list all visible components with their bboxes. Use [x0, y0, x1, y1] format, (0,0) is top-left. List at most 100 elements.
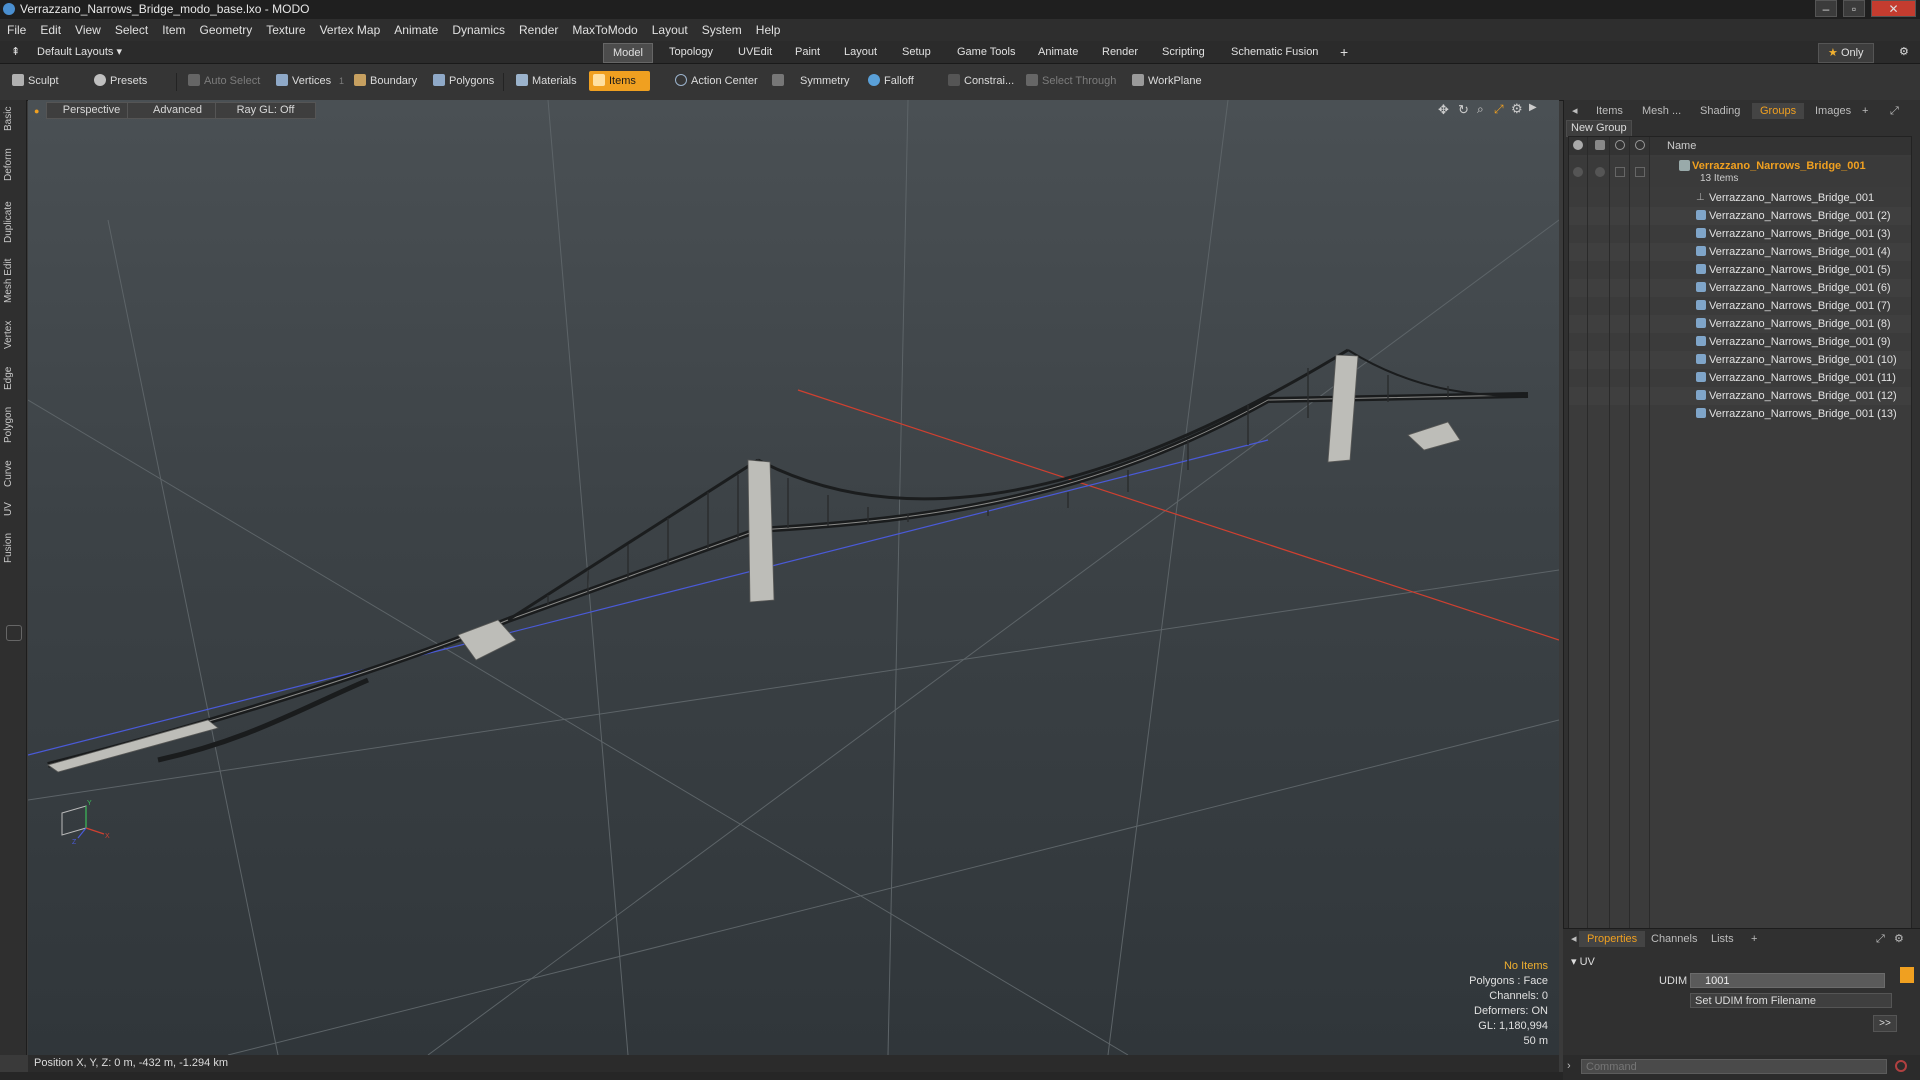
items-button[interactable]: Items	[589, 71, 650, 91]
tab-game-tools[interactable]: Game Tools	[948, 43, 1025, 61]
command-history-icon[interactable]: ›	[1567, 1060, 1571, 1072]
tab-animate[interactable]: Animate	[1029, 43, 1087, 61]
gear-icon[interactable]: ⚙	[1890, 43, 1918, 61]
vertices-button[interactable]: Vertices	[272, 71, 335, 91]
name-column-header[interactable]: Name	[1667, 137, 1696, 155]
add-tab-button[interactable]: +	[1331, 43, 1357, 61]
tab-items[interactable]: Items	[1588, 103, 1631, 119]
list-item[interactable]: Verrazzano_Narrows_Bridge_001 (3)	[1569, 225, 1911, 243]
menu-edit[interactable]: Edit	[33, 19, 68, 41]
menu-texture[interactable]: Texture	[259, 19, 312, 41]
tab-properties[interactable]: Properties	[1579, 931, 1646, 947]
tab-paint[interactable]: Paint	[786, 43, 829, 61]
tab-topology[interactable]: Topology	[660, 43, 722, 61]
menu-vertex-map[interactable]: Vertex Map	[313, 19, 388, 41]
menu-file[interactable]: File	[0, 19, 33, 41]
tab-schematic-fusion[interactable]: Schematic Fusion	[1222, 43, 1327, 61]
properties-scrollbar-thumb[interactable]	[1900, 967, 1914, 983]
set-udim-button[interactable]: Set UDIM from Filename	[1690, 993, 1892, 1008]
auto-select-button[interactable]: Auto Select	[184, 71, 264, 91]
tab-basic[interactable]: Basic	[3, 104, 21, 134]
list-item[interactable]: ⊥ Verrazzano_Narrows_Bridge_001	[1569, 189, 1911, 207]
list-item[interactable]: Verrazzano_Narrows_Bridge_001 (10)	[1569, 351, 1911, 369]
menu-animate[interactable]: Animate	[387, 19, 445, 41]
sculpt-button[interactable]: Sculpt	[8, 71, 63, 91]
tab-render[interactable]: Render	[1093, 43, 1147, 61]
tab-mesh-edit[interactable]: Mesh Edit	[3, 256, 21, 306]
tab-uvedit[interactable]: UVEdit	[729, 43, 781, 61]
only-toggle[interactable]: ★ Only	[1818, 43, 1874, 63]
materials-button[interactable]: Materials	[512, 71, 581, 91]
menu-maxtomodo[interactable]: MaxToModo	[565, 19, 644, 41]
tab-polygon[interactable]: Polygon	[3, 402, 21, 448]
tab-vertex[interactable]: Vertex	[3, 315, 21, 355]
record-icon[interactable]	[1895, 1060, 1907, 1072]
list-item[interactable]: Verrazzano_Narrows_Bridge_001 (11)	[1569, 369, 1911, 387]
udim-field[interactable]: 1001	[1690, 973, 1885, 988]
menu-geometry[interactable]: Geometry	[193, 19, 260, 41]
symmetry-button[interactable]: Symmetry	[768, 71, 854, 91]
polygons-button[interactable]: Polygons	[429, 71, 498, 91]
select-through-button[interactable]: Select Through	[1022, 71, 1120, 91]
pin-icon[interactable]: ⇞	[2, 43, 29, 61]
tab-layout[interactable]: Layout	[835, 43, 886, 61]
constrain-button[interactable]: Constrai...	[944, 71, 1018, 91]
3d-viewport[interactable]: ● Perspective Advanced Ray GL: Off ✥ ↻ ⌕…	[28, 100, 1559, 1055]
panel-toggle-button[interactable]	[6, 625, 22, 641]
list-item[interactable]: Verrazzano_Narrows_Bridge_001 (7)	[1569, 297, 1911, 315]
tab-groups[interactable]: Groups	[1752, 103, 1805, 119]
menu-render[interactable]: Render	[512, 19, 565, 41]
tab-setup[interactable]: Setup	[893, 43, 940, 61]
tab-scripting[interactable]: Scripting	[1153, 43, 1214, 61]
list-item[interactable]: Verrazzano_Narrows_Bridge_001 (12)	[1569, 387, 1911, 405]
group-visibility-toggle[interactable]	[1573, 167, 1583, 177]
select-column-icon[interactable]	[1635, 140, 1645, 150]
panel-expand-icon[interactable]: ⤢	[1882, 103, 1907, 119]
tab-fusion[interactable]: Fusion	[3, 528, 21, 568]
more-options-button[interactable]: >>	[1873, 1015, 1897, 1032]
command-input[interactable]	[1581, 1059, 1887, 1074]
tab-mesh[interactable]: Mesh ...	[1634, 103, 1689, 119]
group-select-toggle[interactable]	[1635, 167, 1645, 177]
menu-select[interactable]: Select	[108, 19, 155, 41]
add-properties-tab-button[interactable]: +	[1743, 931, 1765, 947]
minimize-button[interactable]: –	[1815, 0, 1837, 17]
action-center-button[interactable]: Action Center	[671, 71, 762, 91]
tab-edge[interactable]: Edge	[3, 362, 21, 394]
lock-column-icon[interactable]	[1615, 140, 1625, 150]
group-render-toggle[interactable]	[1595, 167, 1605, 177]
list-item[interactable]: Verrazzano_Narrows_Bridge_001 (8)	[1569, 315, 1911, 333]
uv-section-header[interactable]: ▾ UV	[1571, 955, 1595, 968]
tab-images[interactable]: Images	[1807, 103, 1859, 119]
menu-system[interactable]: System	[695, 19, 749, 41]
menu-help[interactable]: Help	[749, 19, 788, 41]
tab-shading[interactable]: Shading	[1692, 103, 1748, 119]
visibility-column-icon[interactable]	[1573, 140, 1583, 150]
menu-dynamics[interactable]: Dynamics	[445, 19, 512, 41]
list-item[interactable]: Verrazzano_Narrows_Bridge_001 (4)	[1569, 243, 1911, 261]
add-panel-tab-button[interactable]: +	[1854, 103, 1876, 119]
render-column-icon[interactable]	[1595, 140, 1605, 150]
presets-button[interactable]: Presets	[90, 71, 151, 91]
new-group-button[interactable]: New Group	[1566, 120, 1632, 137]
menu-layout[interactable]: Layout	[645, 19, 695, 41]
tab-channels[interactable]: Channels	[1643, 931, 1705, 947]
tab-uv[interactable]: UV	[3, 498, 21, 520]
workplane-button[interactable]: WorkPlane	[1128, 71, 1206, 91]
list-item[interactable]: Verrazzano_Narrows_Bridge_001 (2)	[1569, 207, 1911, 225]
group-row[interactable]: Verrazzano_Narrows_Bridge_001 13 Items	[1569, 157, 1911, 187]
boundary-button[interactable]: Boundary	[350, 71, 421, 91]
properties-settings-icon[interactable]: ⚙	[1886, 931, 1912, 947]
list-item[interactable]: Verrazzano_Narrows_Bridge_001 (9)	[1569, 333, 1911, 351]
list-item[interactable]: Verrazzano_Narrows_Bridge_001 (13)	[1569, 405, 1911, 423]
tab-deform[interactable]: Deform	[3, 145, 21, 185]
close-button[interactable]: ✕	[1871, 0, 1916, 17]
list-item[interactable]: Verrazzano_Narrows_Bridge_001 (5)	[1569, 261, 1911, 279]
tab-lists[interactable]: Lists	[1703, 931, 1742, 947]
falloff-button[interactable]: Falloff	[864, 71, 918, 91]
tab-model[interactable]: Model	[603, 43, 653, 63]
group-lock-toggle[interactable]	[1615, 167, 1625, 177]
list-item[interactable]: Verrazzano_Narrows_Bridge_001 (6)	[1569, 279, 1911, 297]
maximize-button[interactable]: ▫	[1843, 0, 1865, 17]
default-layouts-dropdown[interactable]: Default Layouts ▾	[28, 43, 131, 61]
